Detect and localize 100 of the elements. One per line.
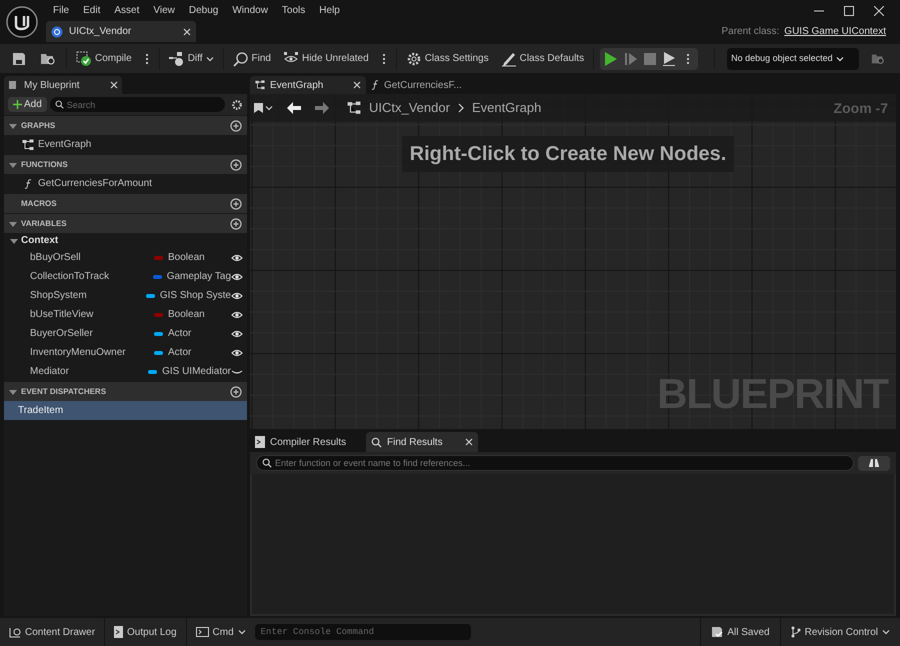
engine-logo-icon[interactable] (6, 6, 38, 38)
stop-icon[interactable] (644, 52, 656, 64)
pencil-icon (500, 50, 517, 66)
save-icon[interactable] (12, 52, 26, 66)
list-item[interactable]: GetCurrenciesForAmount (4, 174, 247, 193)
variable-row[interactable]: bUseTitleView Boolean (4, 305, 247, 324)
plus-icon (13, 100, 22, 109)
parent-class-link[interactable]: GUIS Game UIContext (784, 24, 886, 39)
breadcrumb-item[interactable]: UICtx_Vendor (369, 98, 450, 118)
browse-folder-icon[interactable] (40, 52, 56, 66)
close-icon[interactable] (465, 438, 473, 446)
settings-icon[interactable] (231, 98, 243, 110)
section-header[interactable]: MACROS (4, 194, 247, 213)
chevron-down-icon (882, 628, 890, 636)
toolbar-button[interactable]: Class Defaults (498, 50, 588, 66)
close-icon[interactable] (874, 6, 884, 16)
saved-icon (711, 626, 724, 638)
search-field[interactable]: Search (50, 97, 225, 112)
function-icon (24, 178, 32, 188)
variable-row[interactable]: ShopSystem GIS Shop Syste (4, 286, 247, 305)
list-item[interactable]: TradeItem (4, 401, 247, 420)
category-row[interactable]: Context (4, 233, 247, 248)
toolbar-button[interactable]: Class Settings (402, 50, 492, 66)
find-field[interactable]: Enter function or event name to find references... (256, 455, 854, 471)
save-status-button[interactable]: All Saved (705, 618, 776, 646)
toolbar-button[interactable]: Hide Unrelated (280, 50, 372, 66)
more-icon[interactable] (686, 52, 690, 64)
menu-item[interactable]: Debug (182, 2, 226, 18)
results-tab[interactable]: Find Results (366, 432, 478, 452)
add-button[interactable]: Add (8, 97, 47, 112)
add-circle-icon[interactable] (230, 198, 242, 210)
output-log-button[interactable]: Output Log (109, 618, 182, 646)
blueprint-asset-icon (51, 26, 63, 38)
content-drawer-button[interactable]: Content Drawer (4, 618, 100, 646)
chevron-down-icon (238, 628, 246, 636)
variable-row[interactable]: InventoryMenuOwner Actor (4, 343, 247, 362)
document-tab[interactable]: UICtx_Vendor (46, 21, 196, 42)
variable-row[interactable]: Mediator GIS UIMediator (4, 362, 247, 381)
add-circle-icon[interactable] (230, 386, 242, 398)
cmd-dropdown[interactable]: Cmd (190, 618, 251, 646)
eject-icon[interactable] (662, 52, 676, 66)
variable-row[interactable]: CollectionToTrack Gameplay Tag (4, 267, 247, 286)
expanded-arrow-icon[interactable] (9, 160, 17, 168)
menu-item[interactable]: Edit (76, 2, 108, 18)
toolbar-button[interactable]: Compile (73, 50, 135, 66)
close-icon[interactable] (110, 81, 118, 89)
menu-item[interactable]: Asset (107, 2, 146, 18)
menu-item[interactable]: File (46, 2, 76, 18)
forward-arrow-icon[interactable] (315, 102, 329, 114)
section-header[interactable]: EVENT DISPATCHERS (4, 382, 247, 401)
console-field[interactable]: Enter Console Command (254, 624, 471, 640)
more-icon[interactable] (382, 52, 386, 64)
find-button[interactable] (858, 456, 890, 470)
toolbar-button[interactable]: Find (230, 50, 274, 66)
add-circle-icon[interactable] (230, 218, 242, 230)
close-icon[interactable] (183, 28, 191, 36)
book-icon (8, 80, 18, 90)
list-item[interactable]: EventGraph (4, 135, 247, 154)
add-circle-icon[interactable] (230, 158, 242, 170)
compile-check-icon (76, 50, 92, 66)
variable-row[interactable]: BuyerOrSeller Actor (4, 324, 247, 343)
results-tab[interactable]: Compiler Results (250, 432, 362, 452)
graph-icon (347, 101, 361, 115)
graph-tab[interactable]: EventGraph (250, 76, 366, 94)
menu-item[interactable]: View (146, 2, 182, 18)
graph-hint: Right-Click to Create New Nodes. (402, 136, 734, 172)
back-arrow-icon[interactable] (287, 102, 301, 114)
search-icon (371, 436, 382, 448)
expanded-arrow-icon[interactable] (9, 220, 17, 228)
step-icon[interactable] (624, 52, 638, 66)
section-header[interactable]: VARIABLES (4, 214, 247, 233)
drawer-icon (9, 626, 21, 638)
chevron-down-icon (836, 54, 844, 62)
expanded-arrow-icon[interactable] (9, 388, 17, 396)
section-header[interactable]: FUNCTIONS (4, 155, 247, 174)
function-icon (371, 80, 379, 90)
debug-object-dropdown[interactable]: No debug object selected (727, 48, 860, 70)
breadcrumb-item[interactable]: EventGraph (472, 98, 542, 118)
find-icon (232, 50, 249, 66)
variable-row[interactable]: bBuyOrSell Boolean (4, 248, 247, 267)
menu-item[interactable]: Window (225, 2, 275, 18)
more-icon[interactable] (144, 52, 149, 64)
settings-icon (406, 50, 422, 66)
close-icon[interactable] (353, 81, 361, 89)
section-header[interactable]: GRAPHS (4, 116, 247, 135)
branch-icon (790, 626, 801, 638)
bookmark-icon[interactable] (254, 103, 273, 113)
add-circle-icon[interactable] (230, 120, 242, 132)
graph-tab[interactable]: GetCurrenciesF... (366, 76, 482, 94)
expanded-arrow-icon[interactable] (9, 122, 17, 130)
maximize-icon[interactable] (844, 6, 854, 16)
toolbar-button[interactable]: Diff (166, 50, 217, 66)
log-icon (114, 626, 124, 638)
menu-item[interactable]: Tools (274, 2, 312, 18)
graph-icon (22, 138, 34, 150)
revision-control-button[interactable]: Revision Control (784, 618, 896, 646)
panel-tab[interactable]: My Blueprint (4, 76, 122, 94)
menu-item[interactable]: Help (312, 2, 347, 18)
play-icon[interactable] (604, 52, 618, 66)
expanded-arrow-icon[interactable] (10, 236, 18, 244)
